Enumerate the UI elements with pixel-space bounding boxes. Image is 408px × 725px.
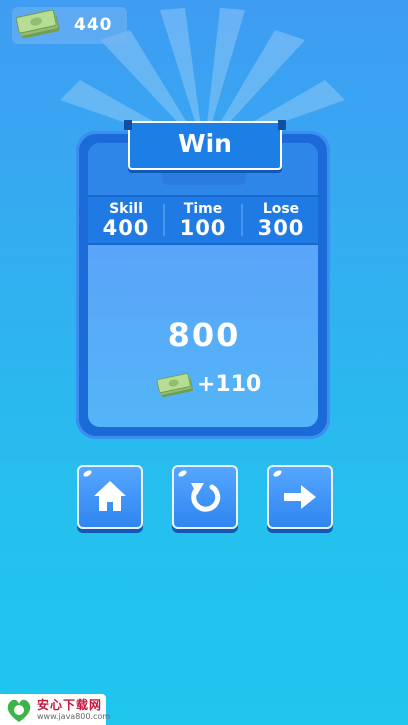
stat-time-value: 100 [179,216,227,240]
next-button[interactable] [267,465,333,529]
restart-button[interactable] [172,465,238,529]
stats-row: Skill 400 Time 100 Lose 300 [88,195,318,245]
result-title: Win [178,129,232,158]
stat-skill: Skill 400 [88,197,164,243]
stat-lose: Lose 300 [243,197,319,243]
total-score: 800 [167,316,241,354]
arrow-right-icon [284,485,316,509]
currency-amount: 440 [74,15,113,35]
restart-icon [191,483,221,512]
stat-skill-value: 400 [102,216,150,240]
watermark-title: 安心下载网 [37,698,103,712]
watermark: 安心下载网 www.java800.com [0,694,110,725]
stat-lose-value: 300 [257,216,305,240]
watermark-url: www.java800.com [37,712,111,721]
stat-lose-label: Lose [262,201,300,217]
stat-time-label: Time [183,201,223,217]
title-banner: Win [124,120,286,170]
cash-bill-icon [156,373,193,398]
stat-skill-label: Skill [109,201,143,217]
home-button[interactable] [77,465,143,529]
cash-bill-icon [15,10,60,39]
watermark-logo-icon [7,699,31,722]
currency-bar: 440 [12,7,127,44]
home-icon [94,481,126,511]
reward-amount: +110 [197,372,262,397]
stat-time: Time 100 [165,197,241,243]
